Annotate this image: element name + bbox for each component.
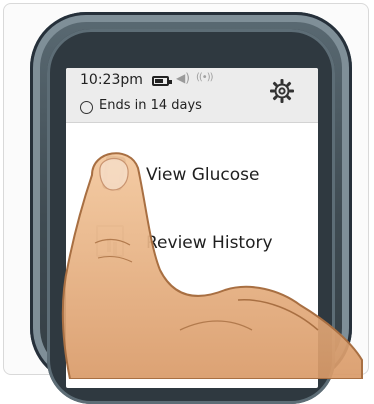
battery-icon — [152, 76, 172, 86]
status-time: 10:23pm — [80, 72, 143, 88]
status-bar: 10:23pm ◀) ((•)) Ends in 14 days — [66, 68, 318, 123]
document-chart-icon — [96, 225, 124, 257]
phone-icon — [101, 154, 127, 192]
speaker-icon: ◀) — [176, 71, 190, 85]
timer-icon — [80, 101, 93, 114]
sensor-remaining-text: Ends in 14 days — [99, 98, 202, 113]
gear-icon[interactable] — [269, 78, 295, 104]
device-screen: 10:23pm ◀) ((•)) Ends in 14 days View Gl… — [66, 68, 318, 388]
menu-item-view-glucose[interactable]: View Glucose — [146, 165, 259, 185]
menu-item-review-history[interactable]: Review History — [146, 233, 273, 253]
wireless-icon: ((•)) — [196, 72, 213, 83]
